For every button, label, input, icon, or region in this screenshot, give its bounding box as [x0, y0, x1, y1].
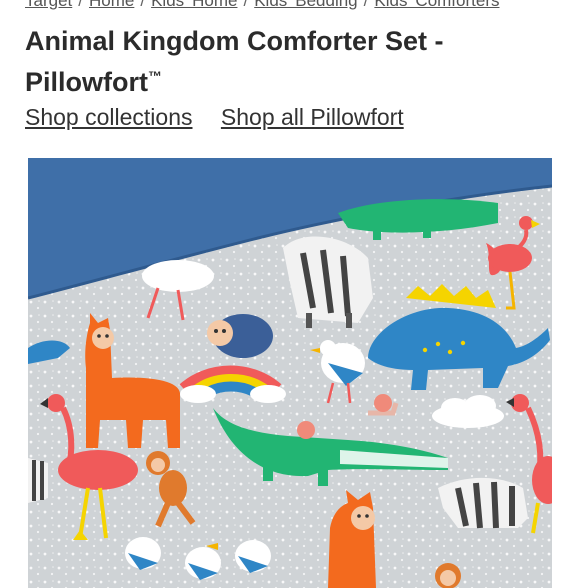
breadcrumb-home[interactable]: Home [89, 0, 134, 10]
product-title: Animal Kingdom Comforter Set - Pillowfor… [25, 26, 444, 97]
shop-all-pillowfort-link[interactable]: Shop all Pillowfort [221, 104, 404, 130]
breadcrumb-separator: / [243, 0, 249, 10]
breadcrumb: Target / Home / Kids' Home / Kids' Bedding / Kid… [25, 0, 580, 11]
shop-links: Shop collections Shop all Pillowfort [25, 104, 426, 131]
breadcrumb-separator: / [363, 0, 369, 10]
zebra-left-icon [28, 458, 48, 503]
breadcrumb-separator: / [140, 0, 146, 10]
breadcrumb-kids-comforters[interactable]: Kids' Comforters [374, 0, 499, 10]
breadcrumb-kids-home[interactable]: Kids' Home [151, 0, 237, 10]
trademark-symbol: ™ [148, 68, 162, 84]
comforter-illustration [28, 158, 552, 588]
breadcrumb-separator: / [78, 0, 83, 10]
page-title: Animal Kingdom Comforter Set - Pillowfor… [25, 24, 565, 100]
breadcrumb-target[interactable]: Target [25, 0, 72, 10]
product-image[interactable] [28, 158, 552, 588]
monkey-bottom-icon [435, 563, 461, 588]
shop-collections-link[interactable]: Shop collections [25, 104, 193, 130]
breadcrumb-kids-bedding[interactable]: Kids' Bedding [254, 0, 357, 10]
